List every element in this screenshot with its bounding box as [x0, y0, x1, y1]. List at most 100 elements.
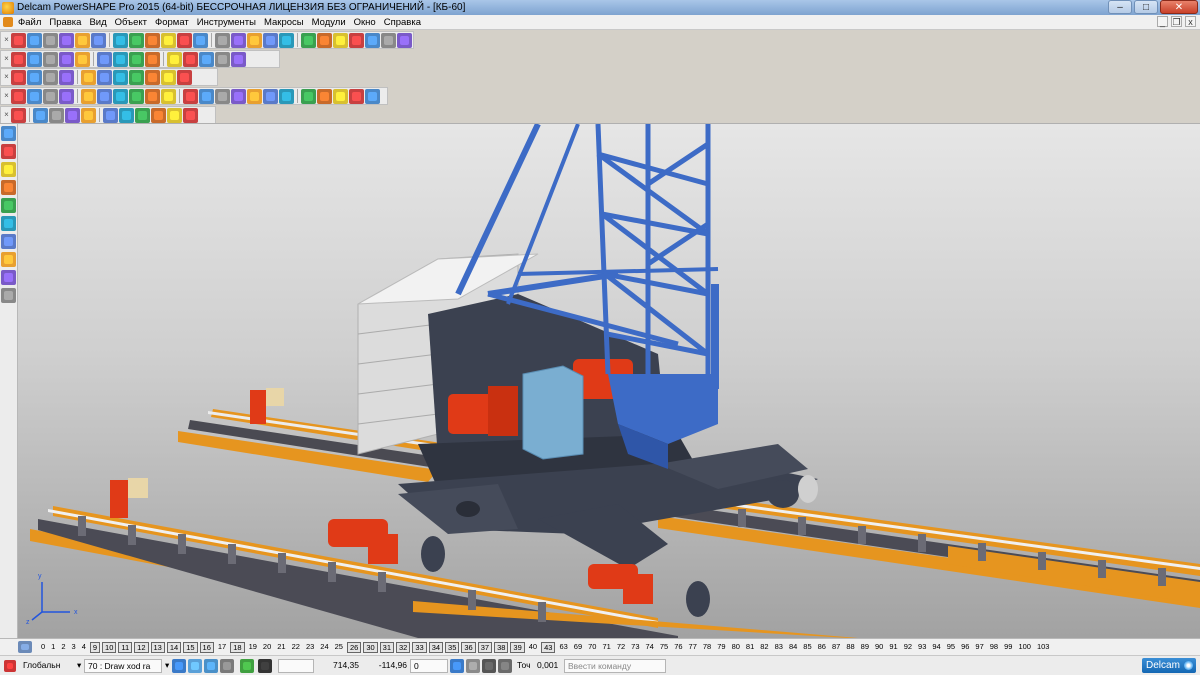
coord-z[interactable]: 0 [410, 658, 448, 673]
level-button[interactable]: 77 [687, 642, 699, 653]
menu-help[interactable]: Справка [380, 15, 425, 30]
level-button[interactable]: 95 [945, 642, 957, 653]
toolbar-button-icon[interactable] [215, 32, 230, 48]
level-button[interactable]: 9 [89, 641, 101, 653]
toolbar-button-icon[interactable] [11, 51, 26, 67]
level-button[interactable]: 23 [304, 642, 316, 653]
level-button[interactable]: 0 [39, 642, 47, 653]
level-button[interactable]: 10 [102, 641, 117, 653]
toolbar-button-icon[interactable] [279, 32, 294, 48]
toolbar-button-icon[interactable] [97, 51, 112, 67]
level-button[interactable]: 88 [844, 642, 856, 653]
level-button[interactable]: 79 [715, 642, 727, 653]
toolbar-button-icon[interactable] [381, 32, 396, 48]
level-button[interactable]: 25 [333, 642, 345, 653]
toolbar-button-icon[interactable] [199, 51, 214, 67]
coord-x[interactable]: 714,35 [314, 659, 362, 673]
toolbar-button-icon[interactable] [33, 107, 48, 123]
toolbar-button-icon[interactable] [81, 69, 96, 85]
toolbar-button-icon[interactable] [183, 88, 198, 104]
toolbar-button-icon[interactable] [113, 69, 128, 85]
toolbar-button-icon[interactable] [193, 32, 208, 48]
snap-icon[interactable] [172, 658, 186, 673]
chevron-down-icon[interactable]: ▾ [74, 659, 84, 673]
level-button[interactable]: 98 [988, 642, 1000, 653]
level-button[interactable]: 30 [363, 641, 378, 653]
command-input[interactable]: Ввести команду [564, 658, 666, 673]
toolbar-grip-icon[interactable]: × [3, 89, 10, 103]
toolbar-button-icon[interactable] [317, 32, 332, 48]
toolbar-button-icon[interactable] [301, 32, 316, 48]
toolbar-button-icon[interactable] [301, 88, 316, 104]
level-button[interactable]: 34 [428, 641, 444, 653]
mdi-restore-button[interactable]: ❐ [1171, 16, 1182, 27]
level-button[interactable]: 18 [230, 641, 245, 653]
toolbar-button-icon[interactable] [167, 107, 182, 123]
toolbar-button-icon[interactable] [43, 88, 58, 104]
level-button[interactable]: 93 [916, 642, 928, 653]
side-tool-icon[interactable] [1, 180, 16, 195]
toolbar-button-icon[interactable] [27, 32, 42, 48]
toolbar-button-icon[interactable] [65, 107, 80, 123]
toolbar-button-icon[interactable] [11, 88, 26, 104]
toolbar-button-icon[interactable] [145, 32, 160, 48]
level-button[interactable]: 20 [261, 642, 273, 653]
toolbar-button-icon[interactable] [81, 107, 96, 123]
level-button[interactable]: 90 [873, 642, 885, 653]
level-button[interactable]: 11 [118, 641, 133, 653]
level-button[interactable]: 31 [379, 641, 395, 653]
menu-modules[interactable]: Модули [308, 15, 350, 30]
toolbar-button-icon[interactable] [11, 32, 26, 48]
toolbar-button-icon[interactable] [129, 32, 144, 48]
level-button[interactable]: 69 [572, 642, 584, 653]
level-button[interactable]: 22 [290, 642, 302, 653]
coord-y[interactable]: -114,96 [362, 659, 410, 673]
level-button[interactable]: 74 [644, 642, 656, 653]
level-button[interactable]: 15 [183, 641, 198, 653]
toolbar-button-icon[interactable] [119, 107, 134, 123]
level-button[interactable]: 19 [247, 642, 259, 653]
snap-icon[interactable] [204, 658, 218, 673]
grid-icon[interactable] [220, 658, 234, 673]
toolbar-button-icon[interactable] [59, 88, 74, 104]
toolbar-button-icon[interactable] [183, 107, 198, 123]
mdi-minimize-button[interactable]: _ [1157, 16, 1168, 27]
level-button[interactable]: 82 [758, 642, 770, 653]
toolbar-button-icon[interactable] [161, 88, 176, 104]
side-tool-icon[interactable] [1, 270, 16, 285]
toolbar-button-icon[interactable] [103, 107, 118, 123]
side-tool-icon[interactable] [1, 144, 16, 159]
menu-file[interactable]: Файл [14, 15, 45, 30]
toolbar-button-icon[interactable] [129, 51, 144, 67]
level-button[interactable]: 26 [346, 641, 362, 653]
toolbar-button-icon[interactable] [279, 88, 294, 104]
level-button[interactable]: 43 [541, 641, 556, 653]
level-button[interactable]: 3 [70, 642, 78, 653]
level-button[interactable]: 103 [1035, 642, 1052, 653]
level-button[interactable]: 32 [396, 641, 411, 653]
level-button[interactable]: 16 [199, 641, 214, 653]
side-tool-icon[interactable] [1, 162, 16, 177]
level-button[interactable]: 97 [973, 642, 985, 653]
snap-icon[interactable] [188, 658, 202, 673]
level-button[interactable]: 24 [318, 642, 330, 653]
toolbar-button-icon[interactable] [397, 32, 412, 48]
toolbar-button-icon[interactable] [231, 32, 246, 48]
level-button[interactable]: 96 [959, 642, 971, 653]
level-button[interactable]: 100 [1016, 642, 1033, 653]
menu-format[interactable]: Формат [151, 15, 193, 30]
toolbar-grip-icon[interactable]: × [3, 108, 10, 122]
toolbar-button-icon[interactable] [161, 69, 176, 85]
menu-window[interactable]: Окно [350, 15, 380, 30]
level-button[interactable]: 92 [902, 642, 914, 653]
toolbar-button-icon[interactable] [75, 51, 90, 67]
toolbar-grip-icon[interactable]: × [3, 70, 10, 84]
level-button[interactable]: 83 [773, 642, 785, 653]
toolbar-button-icon[interactable] [151, 107, 166, 123]
toolbar-button-icon[interactable] [49, 107, 64, 123]
level-button[interactable]: 75 [658, 642, 670, 653]
toolbar-button-icon[interactable] [59, 32, 74, 48]
toolbar-button-icon[interactable] [97, 88, 112, 104]
level-button[interactable]: 1 [49, 642, 57, 653]
toolbar-button-icon[interactable] [91, 32, 106, 48]
